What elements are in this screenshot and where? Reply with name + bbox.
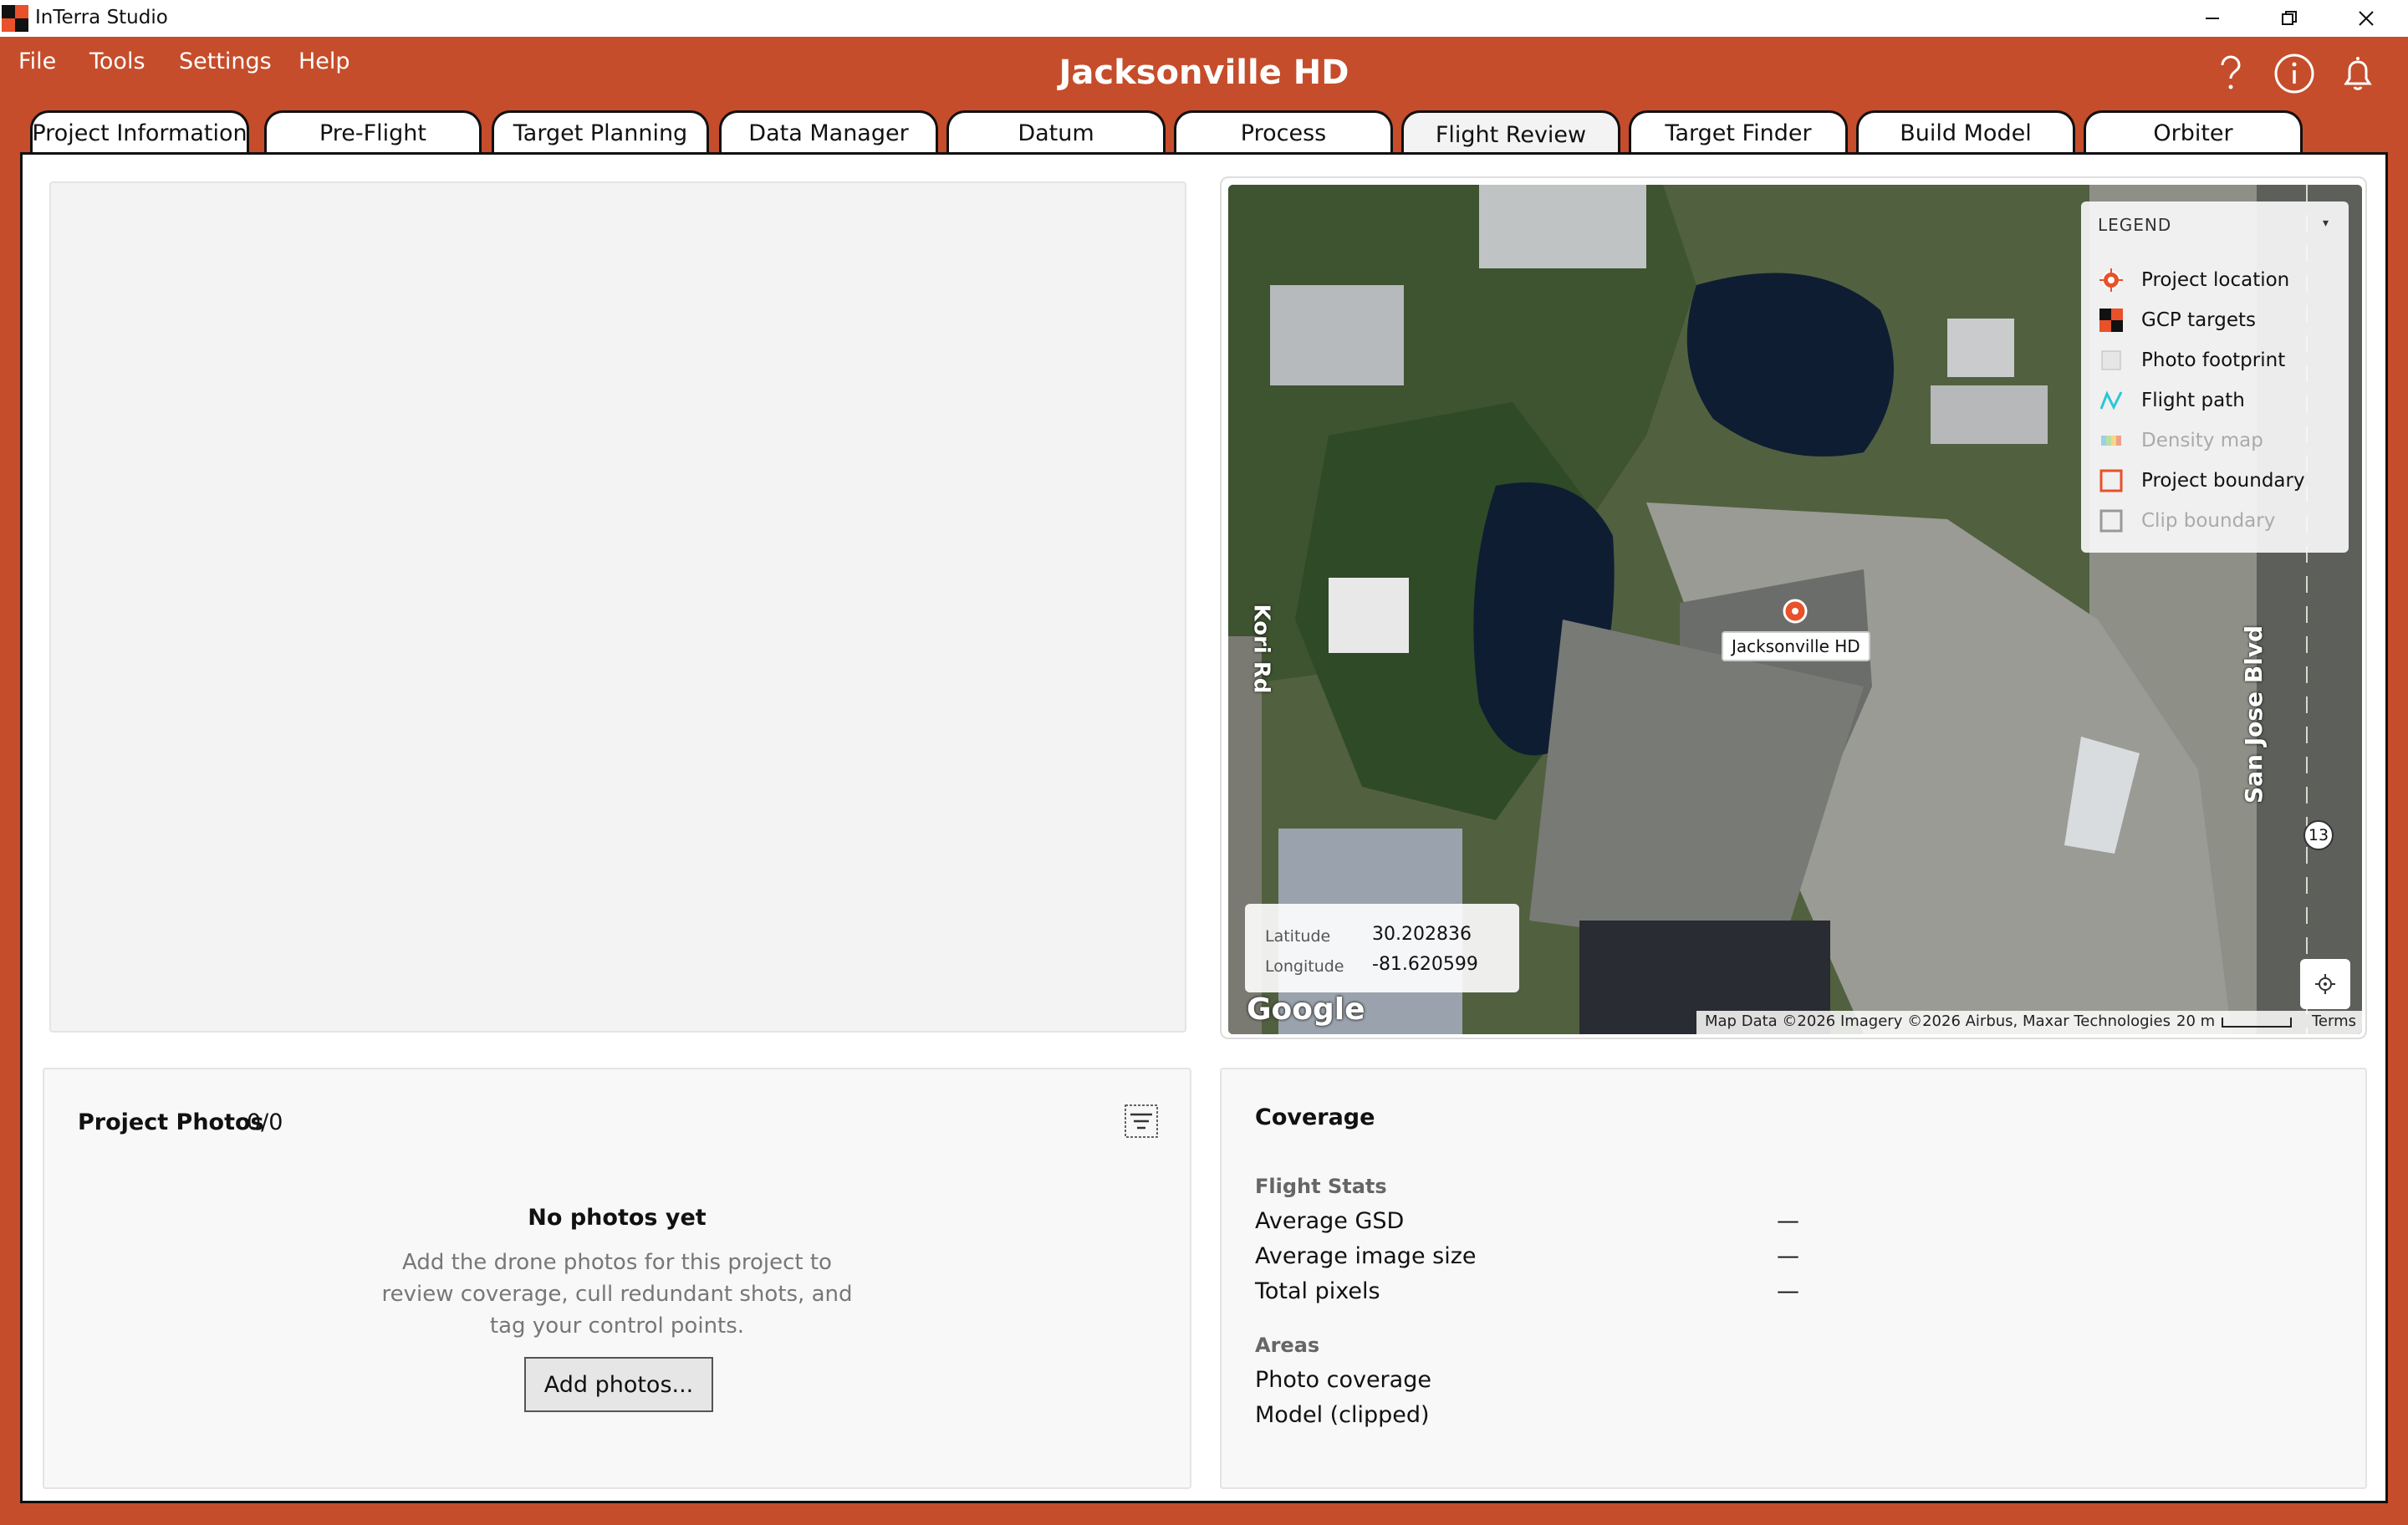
map-attribution-bar: Map Data ©2026 Imagery ©2026 Airbus, Max… <box>1696 1011 2362 1034</box>
latitude-value: 30.202836 <box>1372 924 1472 945</box>
flight-path-icon <box>2099 390 2123 411</box>
app-logo-icon <box>2 5 28 32</box>
google-logo: Google <box>1247 992 1365 1027</box>
tab-data-manager[interactable]: Data Manager <box>719 110 938 154</box>
tab-orbiter[interactable]: Orbiter <box>2084 110 2303 154</box>
legend-item-gcp-targets[interactable]: GCP targets <box>2098 305 2340 335</box>
area-model-clipped: Model (clipped) <box>1255 1402 1430 1428</box>
restore-icon <box>2282 11 2297 25</box>
photos-title: Project Photos <box>78 1109 264 1135</box>
coverage-title: Coverage <box>1255 1104 1375 1130</box>
longitude-value: -81.620599 <box>1372 954 1478 975</box>
stat-average-image-size-value: — <box>1777 1243 1799 1269</box>
legend-title: LEGEND <box>2098 215 2172 235</box>
info-button[interactable] <box>2271 50 2318 97</box>
legend-item-density-map[interactable]: Density map <box>2098 426 2340 456</box>
project-location-icon[interactable] <box>1778 594 1812 628</box>
legend-item-clip-boundary[interactable]: Clip boundary <box>2098 506 2340 536</box>
clip-boundary-icon <box>2099 509 2123 533</box>
coordinate-readout: Latitude 30.202836 Longitude -81.620599 <box>1245 904 1519 992</box>
bell-icon <box>2344 57 2372 90</box>
project-photos-panel: Project Photos 0/0 No photos yet Add the… <box>43 1068 1191 1489</box>
app-header: File Tools Settings Help Jacksonville HD <box>0 37 2408 110</box>
legend-item-photo-footprint[interactable]: Photo footprint <box>2098 345 2340 375</box>
tab-process[interactable]: Process <box>1174 110 1393 154</box>
map-attribution: Map Data ©2026 Imagery ©2026 Airbus, Max… <box>1705 1012 2171 1030</box>
app-title: InTerra Studio <box>35 7 168 28</box>
route-shield: 13 <box>2303 820 2334 850</box>
add-photos-button[interactable]: Add photos... <box>524 1357 713 1412</box>
project-title: Jacksonville HD <box>1059 54 1349 92</box>
window-titlebar: InTerra Studio <box>0 0 2408 37</box>
map-legend[interactable]: LEGEND ▾ Project location GCP targets Ph… <box>2081 201 2349 553</box>
photo-footprint-icon <box>2101 350 2121 370</box>
photo-preview-area <box>49 181 1186 1033</box>
minimize-button[interactable] <box>2174 0 2251 37</box>
gcp-target-icon <box>2099 309 2123 332</box>
notifications-button[interactable] <box>2334 50 2381 97</box>
recenter-button[interactable] <box>2300 959 2350 1009</box>
tab-flight-review[interactable]: Flight Review <box>1401 110 1620 157</box>
chevron-down-icon[interactable]: ▾ <box>2323 217 2329 230</box>
satellite-map[interactable]: Kori Rd San Jose Blvd 13 Jacksonville HD… <box>1228 185 2362 1034</box>
flight-stats-heading: Flight Stats <box>1255 1175 1387 1198</box>
project-pin-label: Jacksonville HD <box>1722 631 1870 661</box>
project-boundary-icon <box>2099 469 2123 492</box>
latitude-label: Latitude <box>1265 927 1331 946</box>
stat-total-pixels-label: Total pixels <box>1255 1278 1380 1304</box>
help-button[interactable] <box>2207 50 2254 97</box>
legend-item-flight-path[interactable]: Flight path <box>2098 385 2340 416</box>
density-map-icon <box>2101 436 2121 446</box>
map-panel: Kori Rd San Jose Blvd 13 Jacksonville HD… <box>1220 176 2367 1039</box>
map-terms-link[interactable]: Terms <box>2312 1012 2356 1030</box>
areas-heading: Areas <box>1255 1334 1320 1357</box>
close-icon <box>2359 11 2374 26</box>
photos-count: 0/0 <box>247 1109 283 1135</box>
restore-button[interactable] <box>2251 0 2328 37</box>
area-photo-coverage: Photo coverage <box>1255 1367 1431 1393</box>
stat-total-pixels-value: — <box>1777 1278 1799 1304</box>
road-label-san-jose-blvd: San Jose Blvd <box>2240 625 2268 803</box>
stat-average-image-size-label: Average image size <box>1255 1243 1477 1269</box>
coverage-panel: Coverage Flight Stats Average GSD — Aver… <box>1220 1068 2367 1489</box>
map-scale-bar <box>2222 1018 2292 1028</box>
tab-datum[interactable]: Datum <box>946 110 1166 154</box>
info-icon <box>2274 54 2314 94</box>
empty-state-description: Add the drone photos for this project to… <box>381 1250 853 1339</box>
map-scale-label: 20 m <box>2176 1012 2216 1030</box>
question-mark-icon <box>2221 55 2241 89</box>
tab-pre-flight[interactable]: Pre-Flight <box>264 110 482 154</box>
tab-target-finder[interactable]: Target Finder <box>1629 110 1848 154</box>
tab-project-information[interactable]: Project Information <box>30 110 249 154</box>
road-label-kori-rd: Kori Rd <box>1248 604 1274 694</box>
empty-state-title: No photos yet <box>528 1205 707 1231</box>
stat-average-gsd-value: — <box>1777 1208 1799 1234</box>
flight-review-content: Kori Rd San Jose Blvd 13 Jacksonville HD… <box>20 152 2388 1503</box>
project-location-icon <box>2099 268 2123 292</box>
close-window-button[interactable] <box>2328 0 2405 37</box>
tab-bar: Project Information Pre-Flight Target Pl… <box>0 110 2408 157</box>
longitude-label: Longitude <box>1265 957 1344 976</box>
stat-average-gsd-label: Average GSD <box>1255 1208 1405 1234</box>
tab-build-model[interactable]: Build Model <box>1856 110 2075 154</box>
crosshair-icon <box>2315 974 2335 994</box>
tab-target-planning[interactable]: Target Planning <box>492 110 709 154</box>
minimize-icon <box>2206 18 2219 19</box>
filter-icon[interactable] <box>1123 1103 1160 1140</box>
legend-item-project-location[interactable]: Project location <box>2098 265 2340 295</box>
legend-item-project-boundary[interactable]: Project boundary <box>2098 466 2340 496</box>
